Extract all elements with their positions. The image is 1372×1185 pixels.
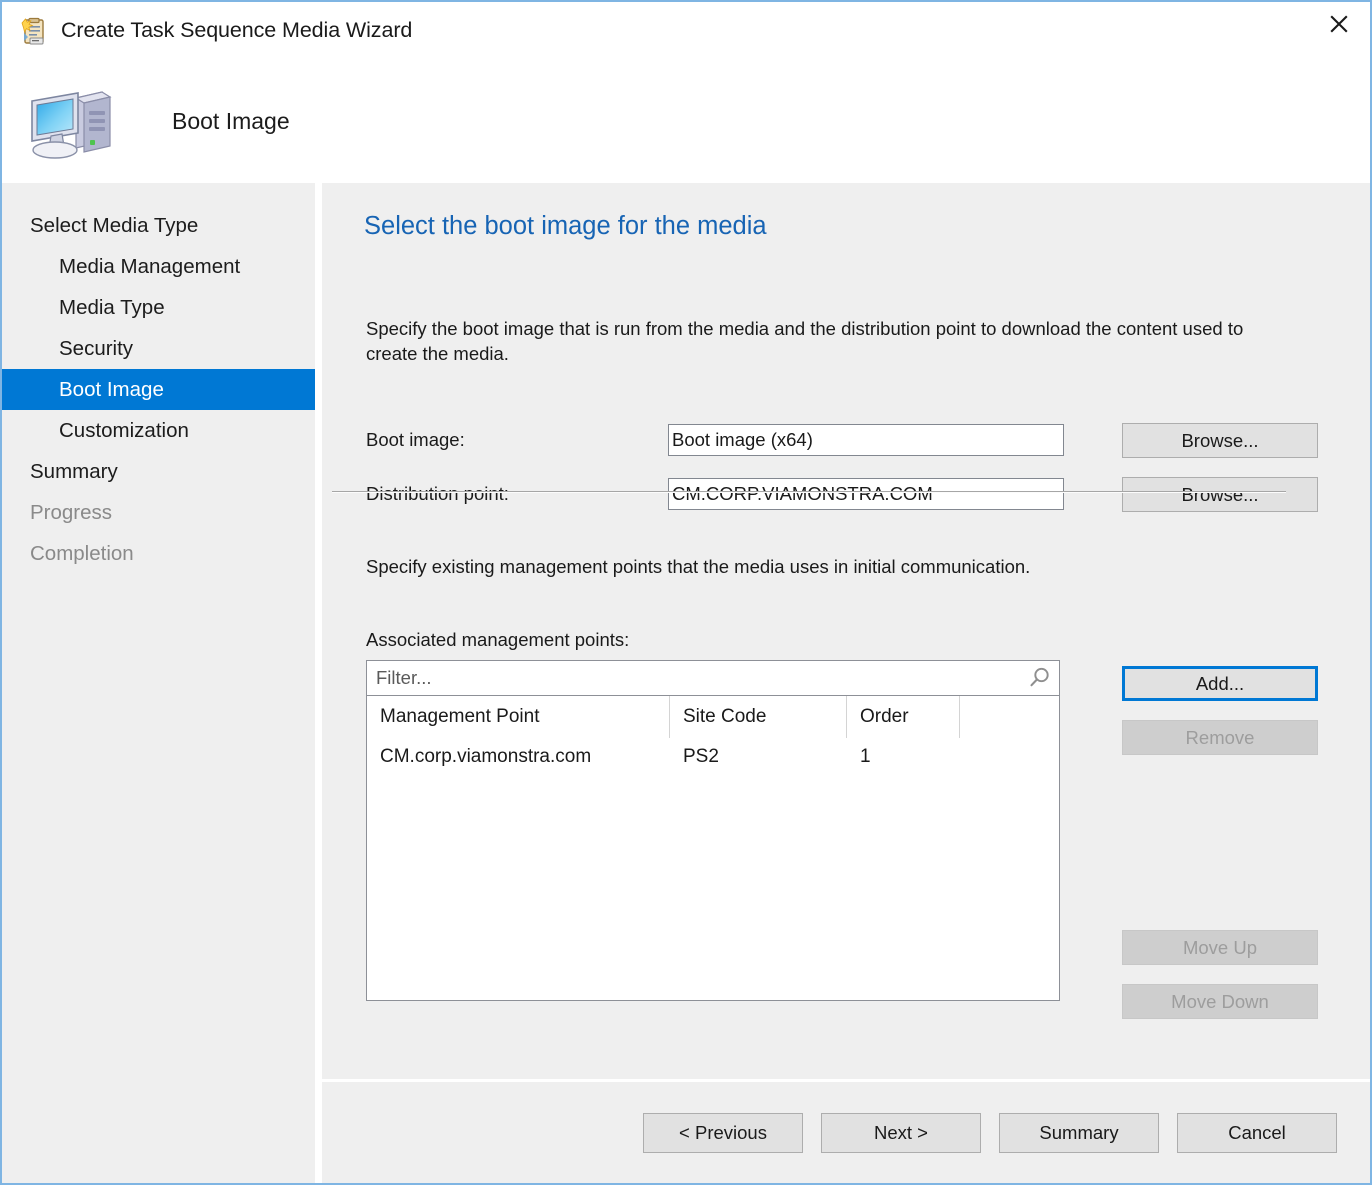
boot-image-row: Boot image: Boot image (x64) xyxy=(366,424,1064,456)
move-up-button[interactable]: Move Up xyxy=(1122,930,1318,965)
table-cell: 1 xyxy=(847,738,960,776)
distribution-point-row: Distribution point: CM.CORP.VIAMONSTRA.C… xyxy=(366,478,1064,510)
previous-button[interactable]: < Previous xyxy=(643,1113,803,1153)
section-divider xyxy=(332,491,1286,493)
sidebar-item-label: Media Type xyxy=(59,296,165,320)
sidebar-item-label: Summary xyxy=(30,460,118,484)
table-cell xyxy=(960,738,1059,776)
content-wrapper: Select the boot image for the media Spec… xyxy=(322,183,1370,1183)
boot-image-input[interactable]: Boot image (x64) xyxy=(668,424,1064,456)
sidebar-item-security[interactable]: Security xyxy=(2,328,315,369)
management-points-list[interactable]: Management PointSite CodeOrder CM.corp.v… xyxy=(366,696,1060,1001)
computer-monitor-icon xyxy=(24,80,116,162)
close-icon[interactable] xyxy=(1308,2,1370,46)
boot-image-browse-button[interactable]: Browse... xyxy=(1122,423,1318,458)
table-cell: PS2 xyxy=(670,738,847,776)
add-button[interactable]: Add... xyxy=(1122,666,1318,701)
sidebar-item-label: Security xyxy=(59,337,133,361)
table-column-header[interactable]: Site Code xyxy=(670,696,847,738)
distribution-point-input[interactable]: CM.CORP.VIAMONSTRA.COM xyxy=(668,478,1064,510)
page-title: Boot Image xyxy=(172,108,290,135)
content-description: Specify the boot image that is run from … xyxy=(366,316,1291,366)
table-column-header[interactable] xyxy=(960,696,1059,738)
table-body: CM.corp.viamonstra.comPS21 xyxy=(367,738,1059,776)
wizard-footer: < Previous Next > Summary Cancel xyxy=(322,1079,1370,1183)
content-heading: Select the boot image for the media xyxy=(364,212,767,241)
wizard-steps-sidebar: Select Media Type Media Management Media T… xyxy=(2,183,315,1183)
next-button[interactable]: Next > xyxy=(821,1113,981,1153)
table-column-header[interactable]: Order xyxy=(847,696,960,738)
title-bar: Create Task Sequence Media Wizard xyxy=(2,2,1370,59)
boot-image-label: Boot image: xyxy=(366,429,668,451)
sidebar-item-label: Select Media Type xyxy=(30,214,198,238)
summary-button[interactable]: Summary xyxy=(999,1113,1159,1153)
sidebar-divider xyxy=(315,183,322,1183)
distribution-point-label: Distribution point: xyxy=(366,483,668,505)
sidebar-item-media-type[interactable]: Media Type xyxy=(2,287,315,328)
wizard-window: Create Task Sequence Media Wizard xyxy=(0,0,1372,1185)
content-pane: Select the boot image for the media Spec… xyxy=(322,183,1370,1079)
management-points-description: Specify existing management points that … xyxy=(366,556,1030,578)
table-row[interactable]: CM.corp.viamonstra.comPS21 xyxy=(367,738,1059,776)
remove-button[interactable]: Remove xyxy=(1122,720,1318,755)
sidebar-item-label: Customization xyxy=(59,419,189,443)
sidebar-item-completion: Completion xyxy=(2,533,315,574)
distribution-point-browse-button[interactable]: Browse... xyxy=(1122,477,1318,512)
sidebar-item-select-media-type[interactable]: Select Media Type xyxy=(2,205,315,246)
search-icon[interactable] xyxy=(1019,666,1059,690)
sidebar-item-customization[interactable]: Customization xyxy=(2,410,315,451)
wizard-body: Select Media Type Media Management Media T… xyxy=(2,183,1370,1183)
table-cell: CM.corp.viamonstra.com xyxy=(367,738,670,776)
window-title: Create Task Sequence Media Wizard xyxy=(61,18,412,43)
sidebar-item-media-management[interactable]: Media Management xyxy=(2,246,315,287)
sidebar-item-label: Boot Image xyxy=(59,378,164,402)
cancel-button[interactable]: Cancel xyxy=(1177,1113,1337,1153)
sidebar-item-label: Progress xyxy=(30,501,112,525)
move-down-button[interactable]: Move Down xyxy=(1122,984,1318,1019)
table-header-row: Management PointSite CodeOrder xyxy=(367,696,1059,738)
sidebar-item-label: Completion xyxy=(30,542,134,566)
task-sequence-clipboard-icon xyxy=(21,17,47,45)
sidebar-item-label: Media Management xyxy=(59,255,240,279)
sidebar-item-boot-image[interactable]: Boot Image xyxy=(2,369,315,410)
sidebar-item-summary[interactable]: Summary xyxy=(2,451,315,492)
filter-box[interactable] xyxy=(366,660,1060,696)
sidebar-item-progress: Progress xyxy=(2,492,315,533)
table-column-header[interactable]: Management Point xyxy=(367,696,670,738)
management-points-label: Associated management points: xyxy=(366,629,629,651)
filter-input[interactable] xyxy=(367,666,1019,690)
wizard-header: Boot Image xyxy=(2,59,1370,183)
